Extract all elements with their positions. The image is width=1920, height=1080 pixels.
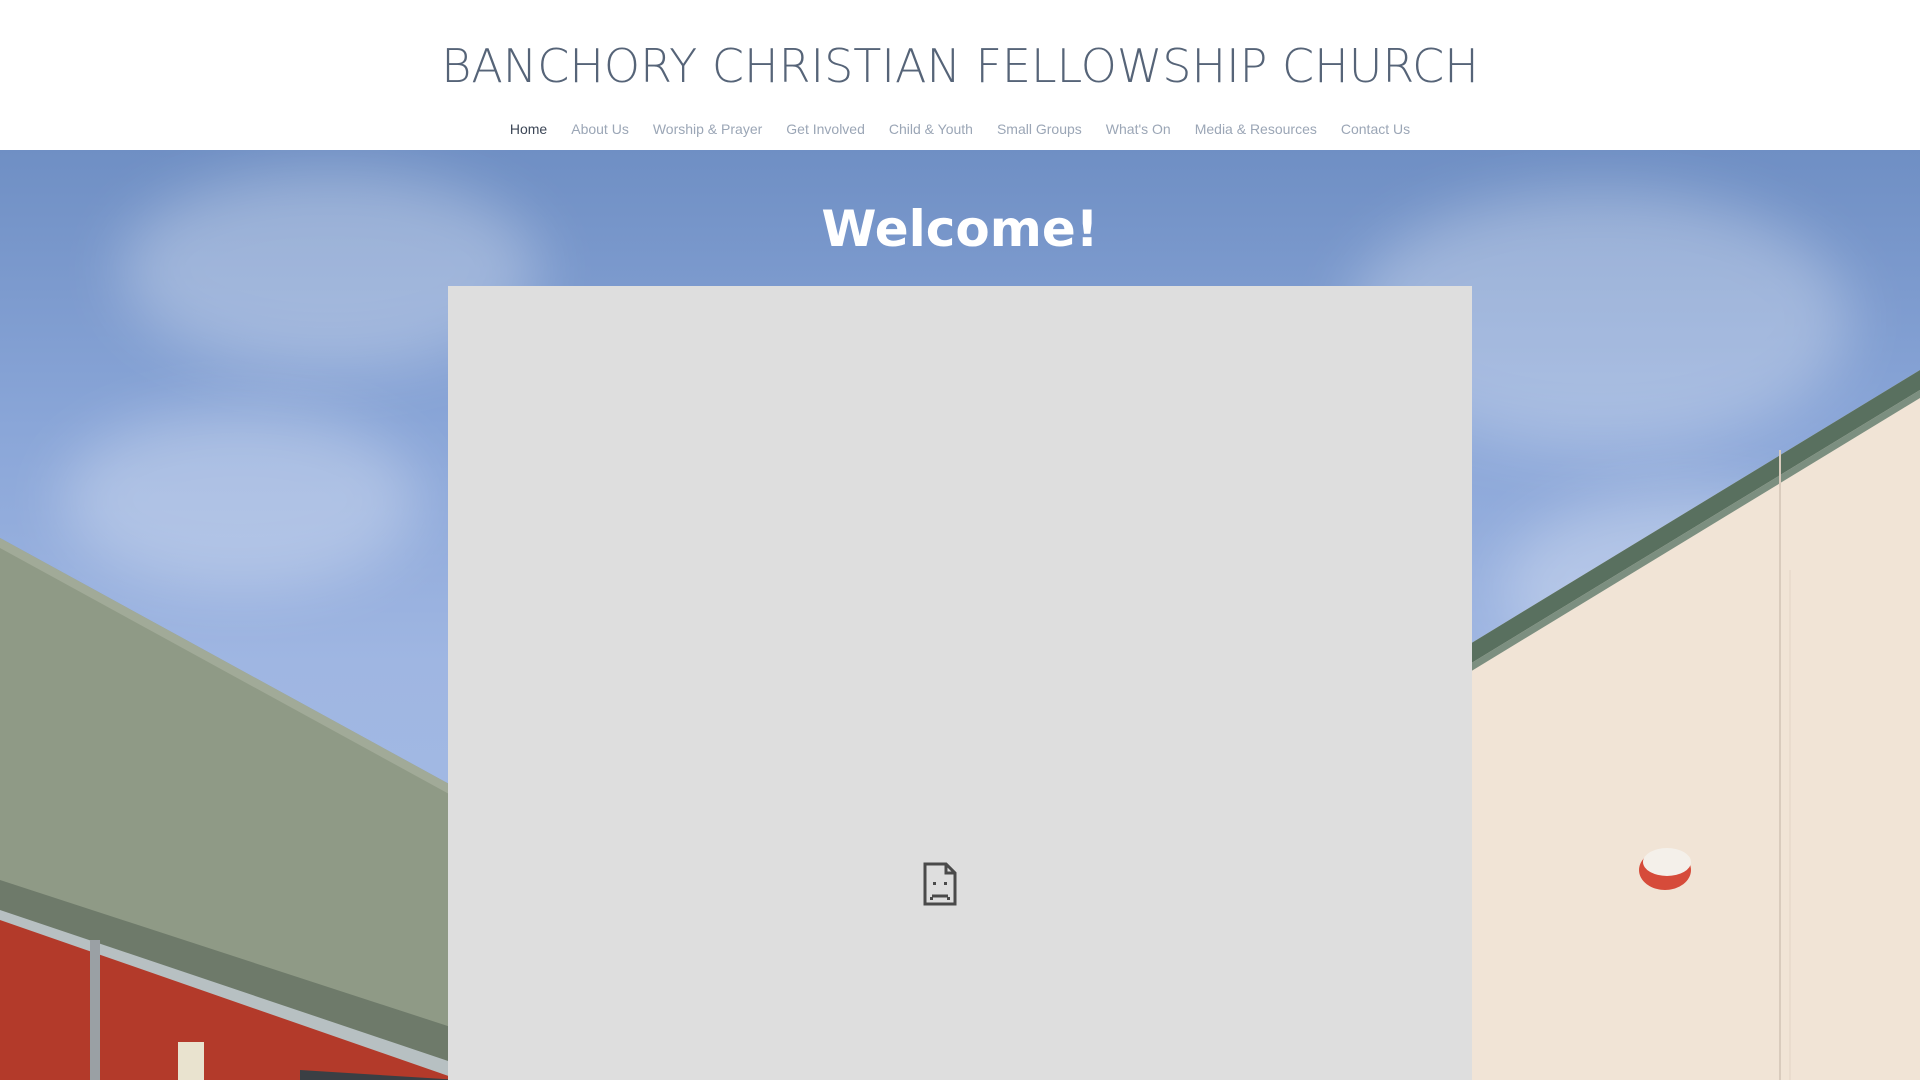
nav-item-small-groups[interactable]: Small Groups: [985, 118, 1094, 140]
nav-item-worship-prayer[interactable]: Worship & Prayer: [641, 118, 774, 140]
nav-item-whats-on[interactable]: What's On: [1094, 118, 1183, 140]
site-header: BANCHORY CHRISTIAN FELLOWSHIP CHURCH Hom…: [0, 0, 1920, 150]
embedded-content-placeholder[interactable]: [448, 286, 1472, 1080]
nav-item-child-youth[interactable]: Child & Youth: [877, 118, 985, 140]
nav-item-get-involved[interactable]: Get Involved: [774, 118, 877, 140]
hero-section: Welcome!: [0, 150, 1920, 1080]
broken-file-icon: [923, 862, 957, 906]
nav-item-contact-us[interactable]: Contact Us: [1329, 118, 1422, 140]
nav-item-about-us[interactable]: About Us: [559, 118, 641, 140]
building-wall-image: [1460, 370, 1920, 1080]
main-nav: Home About Us Worship & Prayer Get Invol…: [0, 118, 1920, 140]
nav-item-media-resources[interactable]: Media & Resources: [1183, 118, 1329, 140]
nav-item-home[interactable]: Home: [498, 118, 559, 140]
welcome-heading: Welcome!: [821, 200, 1099, 258]
building-roof-image: [0, 538, 460, 1080]
site-title[interactable]: BANCHORY CHRISTIAN FELLOWSHIP CHURCH: [0, 38, 1920, 94]
